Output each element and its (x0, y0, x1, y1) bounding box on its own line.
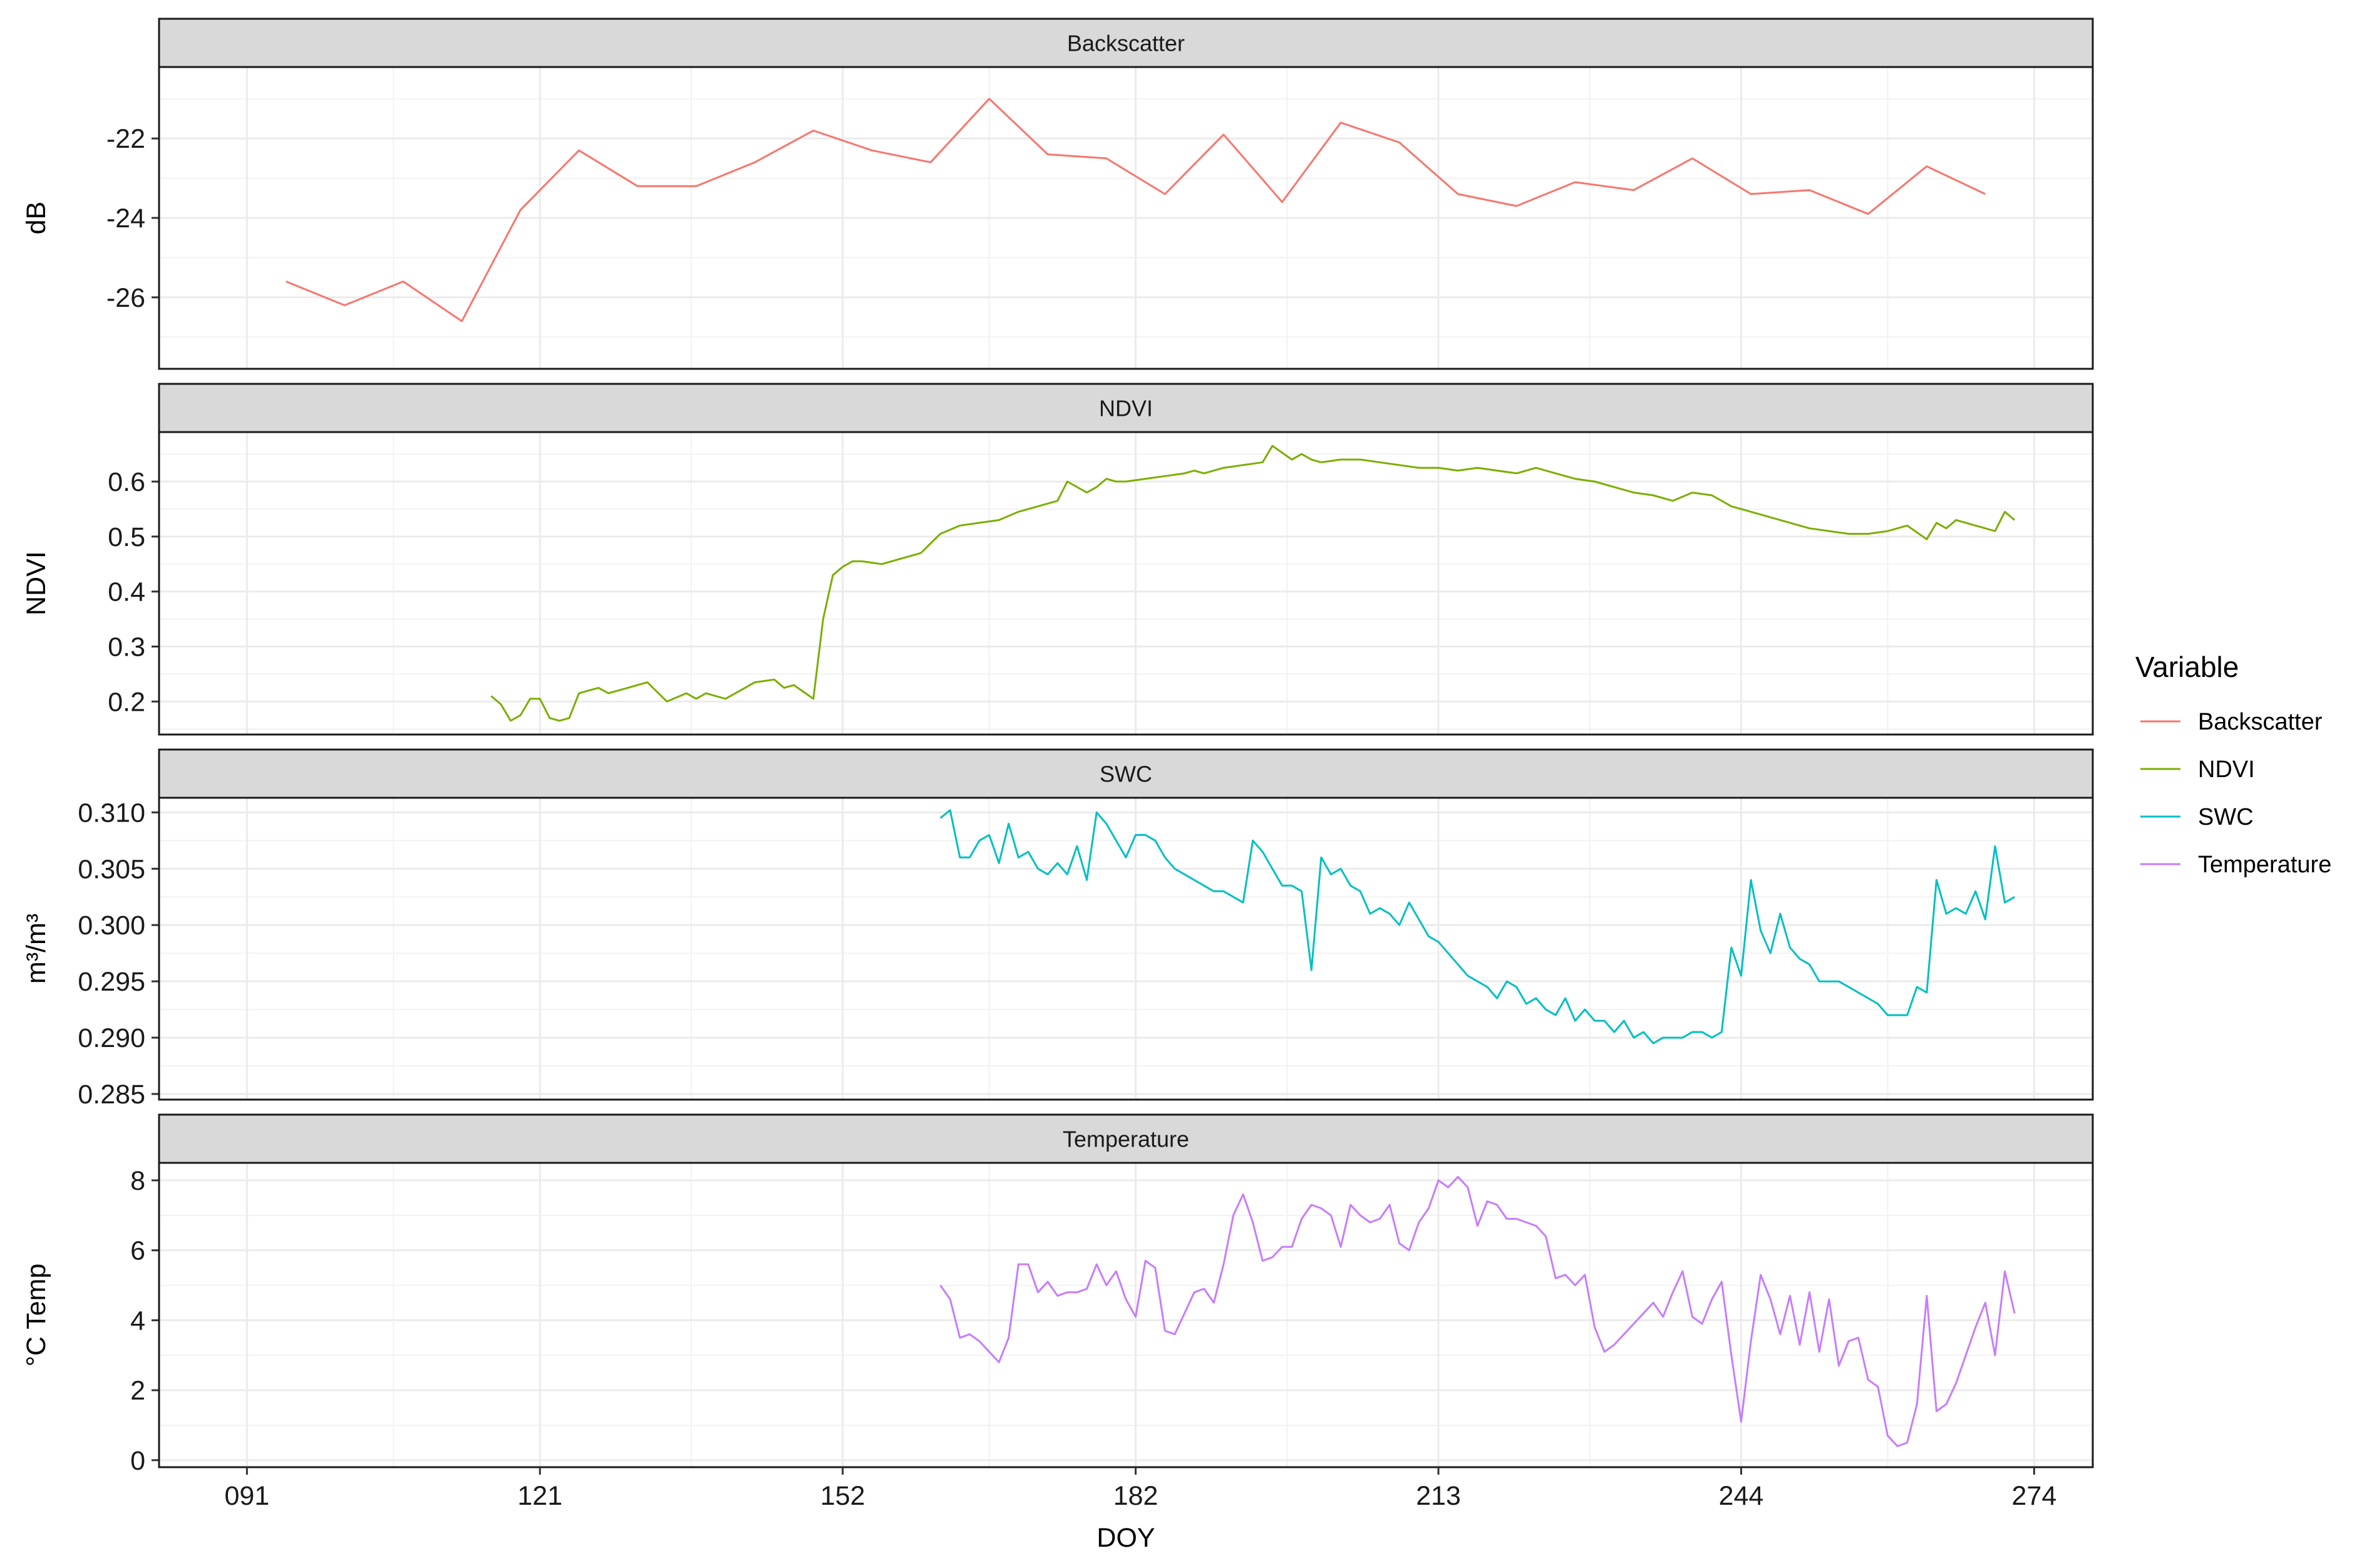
y-tick-label: 0.290 (78, 1023, 145, 1053)
y-tick-label: 0 (130, 1446, 145, 1476)
y-tick-label: 0.300 (78, 910, 145, 941)
facet-panel-ndvi: 0.6 0.5 0.4 0.3 0.2 NDVI NDVI (21, 383, 2094, 736)
y-tick-label: 0.4 (108, 577, 145, 607)
y-tick-label: 2 (130, 1376, 145, 1406)
x-tick-label: 121 (517, 1481, 562, 1511)
y-tick-label: 0.310 (78, 798, 145, 828)
chart-canvas: -22 -24 -26 Backscatter dB 0.6 0.5 0.4 0.3 0.2 NDV… (0, 0, 2357, 1565)
legend-label-swc: SWC (2198, 804, 2254, 830)
x-tick-label: 091 (224, 1481, 269, 1511)
y-tick-label: 0.5 (108, 522, 145, 552)
y-tick-label: 6 (130, 1236, 145, 1266)
y-axis-title: NDVI (21, 551, 51, 616)
legend-label-temperature: Temperature (2198, 852, 2331, 878)
facet-strip-label: Temperature (1063, 1127, 1189, 1152)
facet-panel-backscatter: -22 -24 -26 Backscatter dB (21, 18, 2094, 370)
y-tick-label: 8 (130, 1166, 145, 1196)
y-axis-title: °C Temp (21, 1264, 51, 1367)
y-tick-label: 0.3 (108, 632, 145, 662)
x-tick-label: 274 (2012, 1481, 2057, 1511)
y-tick-label: 0.6 (108, 467, 145, 497)
y-tick-label: 0.295 (78, 967, 145, 997)
x-tick-label: 244 (1719, 1481, 1764, 1511)
facet-strip-label: NDVI (1099, 396, 1153, 421)
x-tick-label: 152 (820, 1481, 865, 1511)
panel-background (159, 1163, 2093, 1467)
y-axis-title: m³/m³ (21, 914, 51, 984)
facet-strip-label: Backscatter (1067, 31, 1185, 56)
y-tick-label: -24 (106, 204, 145, 234)
y-tick-label: 0.285 (78, 1080, 145, 1110)
legend-label-backscatter: Backscatter (2198, 709, 2323, 735)
x-tick-label: 213 (1416, 1481, 1461, 1511)
facet-strip-label: SWC (1100, 761, 1152, 787)
x-tick-label: 182 (1113, 1481, 1158, 1511)
y-tick-label: -22 (106, 124, 145, 154)
y-axis-title: dB (21, 202, 51, 235)
legend-title: Variable (2135, 651, 2239, 683)
x-axis-title: DOY (1096, 1523, 1155, 1553)
facet-panel-temperature: 8 6 4 2 0 Temperature °C Temp (21, 1113, 2094, 1476)
panel-background (159, 432, 2093, 735)
legend-label-ndvi: NDVI (2198, 756, 2255, 783)
y-tick-label: -26 (106, 283, 145, 313)
y-tick-label: 0.305 (78, 854, 145, 884)
y-tick-label: 4 (130, 1306, 145, 1336)
facet-panel-swc: 0.310 0.305 0.300 0.295 0.290 0.285 SWC m³/m³ (21, 748, 2094, 1110)
y-tick-label: 0.2 (108, 687, 145, 717)
faceted-line-chart: -22 -24 -26 Backscatter dB 0.6 0.5 0.4 0.3 0.2 NDV… (0, 0, 2357, 1565)
panel-background (159, 798, 2093, 1100)
